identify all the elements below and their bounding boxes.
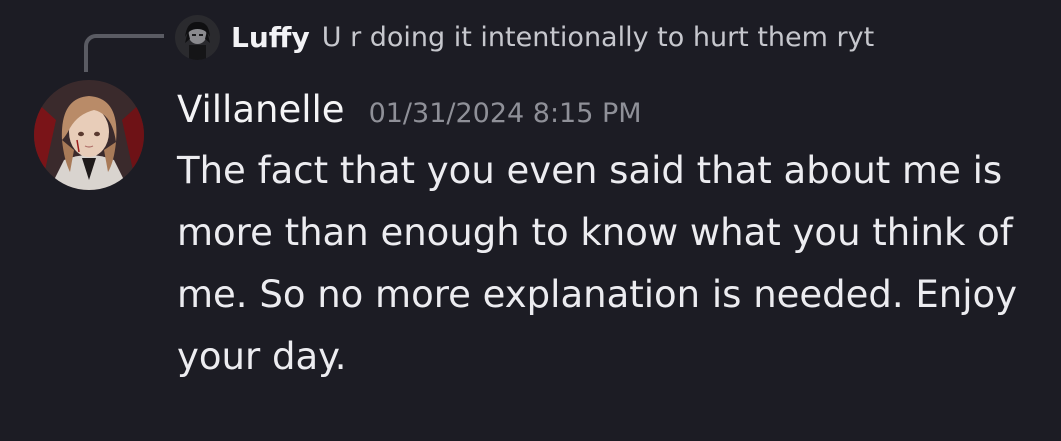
chat-message: Luffy U r doing it intentionally to hurt… — [0, 0, 1061, 441]
author-username[interactable]: Villanelle — [177, 88, 345, 131]
message-content: The fact that you even said that about m… — [177, 149, 1018, 378]
author-avatar[interactable] — [34, 80, 144, 190]
reply-author-avatar[interactable] — [175, 14, 220, 60]
reply-connector-line — [84, 34, 164, 72]
message-timestamp[interactable]: 01/31/2024 8:15 PM — [369, 98, 642, 129]
reply-reference[interactable]: Luffy U r doing it intentionally to hurt… — [175, 14, 874, 60]
message-header: Villanelle 01/31/2024 8:15 PM — [177, 88, 642, 131]
reply-author-name[interactable]: Luffy — [231, 21, 310, 54]
reply-preview-text[interactable]: U r doing it intentionally to hurt them … — [322, 22, 875, 53]
